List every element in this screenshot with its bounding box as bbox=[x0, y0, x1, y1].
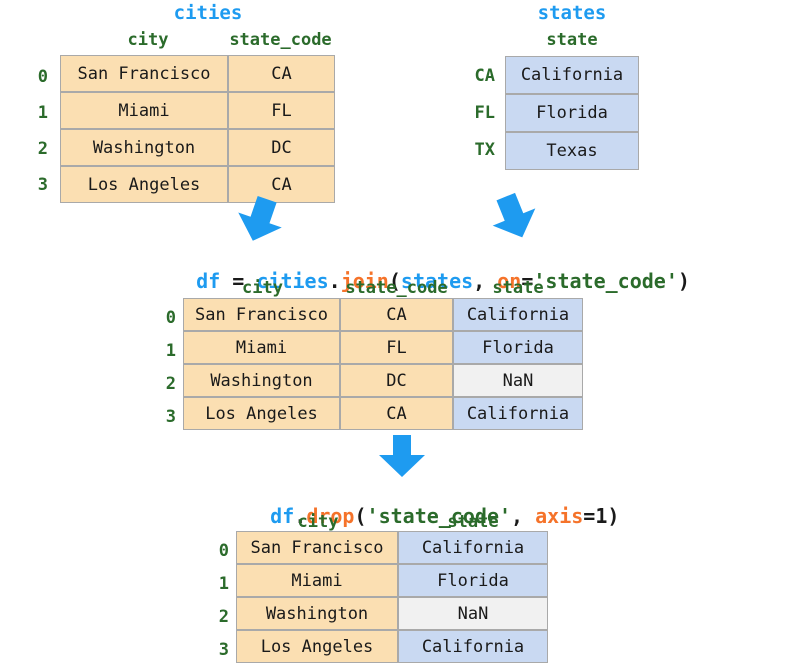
cities-cell-r0-city: San Francisco bbox=[60, 55, 228, 92]
joined-index-0: 0 bbox=[165, 308, 176, 328]
states-index-ca: CA bbox=[474, 66, 495, 86]
dropped-index-0: 0 bbox=[218, 541, 229, 561]
joined-cell-r0-state-code: CA bbox=[340, 298, 453, 331]
cities-index-1: 1 bbox=[37, 103, 48, 123]
diagram-canvas: cities city state_code 0 1 2 3 San Franc… bbox=[0, 0, 800, 664]
arrow-states-to-join bbox=[482, 190, 546, 244]
drop-code-token-equals: = bbox=[583, 504, 596, 528]
cities-cell-r2-state-code: DC bbox=[228, 129, 335, 166]
dropped-cell-r1-state: Florida bbox=[398, 564, 548, 597]
cities-index-3: 3 bbox=[37, 175, 48, 195]
joined-cell-r1-city: Miami bbox=[183, 331, 340, 364]
dropped-cell-r1-city: Miami bbox=[236, 564, 398, 597]
cities-cell-r1-state-code: FL bbox=[228, 92, 335, 129]
states-index-fl: FL bbox=[474, 103, 495, 123]
joined-column-header-city: city bbox=[242, 278, 283, 298]
dropped-cell-r0-city: San Francisco bbox=[236, 531, 398, 564]
joined-cell-r3-state-code: CA bbox=[340, 397, 453, 430]
states-index-tx: TX bbox=[474, 140, 495, 160]
dropped-index-3: 3 bbox=[218, 640, 229, 660]
joined-index-3: 3 bbox=[165, 407, 176, 427]
join-code-token-close: ) bbox=[677, 269, 690, 293]
cities-cell-r1-city: Miami bbox=[60, 92, 228, 129]
dropped-cell-r0-state: California bbox=[398, 531, 548, 564]
joined-index-1: 1 bbox=[165, 341, 176, 361]
dropped-cell-r3-state: California bbox=[398, 630, 548, 663]
joined-column-header-state-code: state_code bbox=[345, 278, 448, 298]
states-cell-ca-state: California bbox=[505, 56, 639, 94]
cities-cell-r2-city: Washington bbox=[60, 129, 228, 166]
dropped-cell-r2-state: NaN bbox=[398, 597, 548, 630]
joined-cell-r0-state: California bbox=[453, 298, 583, 331]
dropped-cell-r2-city: Washington bbox=[236, 597, 398, 630]
dropped-column-header-state: state bbox=[447, 512, 499, 532]
dropped-cell-r3-city: Los Angeles bbox=[236, 630, 398, 663]
joined-cell-r3-city: Los Angeles bbox=[183, 397, 340, 430]
states-cell-fl-state: Florida bbox=[505, 94, 639, 132]
dropped-index-2: 2 bbox=[218, 607, 229, 627]
dropped-index-1: 1 bbox=[218, 574, 229, 594]
joined-cell-r1-state-code: FL bbox=[340, 331, 453, 364]
cities-index-2: 2 bbox=[37, 139, 48, 159]
dropped-column-header-city: city bbox=[297, 512, 339, 532]
joined-cell-r0-city: San Francisco bbox=[183, 298, 340, 331]
joined-cell-r1-state: Florida bbox=[453, 331, 583, 364]
joined-cell-r2-city: Washington bbox=[183, 364, 340, 397]
cities-cell-r0-state-code: CA bbox=[228, 55, 335, 92]
cities-cell-r3-city: Los Angeles bbox=[60, 166, 228, 203]
states-cell-tx-state: Texas bbox=[505, 132, 639, 170]
cities-column-header-state-code: state_code bbox=[229, 30, 332, 50]
cities-table-title: cities bbox=[173, 2, 243, 24]
states-column-header-state: state bbox=[546, 30, 598, 50]
cities-column-header-city: city bbox=[127, 30, 169, 50]
drop-code-token-close: ) bbox=[607, 504, 620, 528]
joined-index-2: 2 bbox=[165, 374, 176, 394]
arrow-join-to-drop bbox=[373, 433, 431, 479]
arrow-cities-to-join bbox=[228, 194, 292, 246]
joined-cell-r2-state-code: DC bbox=[340, 364, 453, 397]
joined-cell-r3-state: California bbox=[453, 397, 583, 430]
drop-code-token-number: 1 bbox=[595, 504, 608, 528]
joined-column-header-state: state bbox=[492, 278, 544, 298]
joined-cell-r2-state: NaN bbox=[453, 364, 583, 397]
cities-index-0: 0 bbox=[37, 67, 48, 87]
states-table-title: states bbox=[537, 2, 607, 24]
